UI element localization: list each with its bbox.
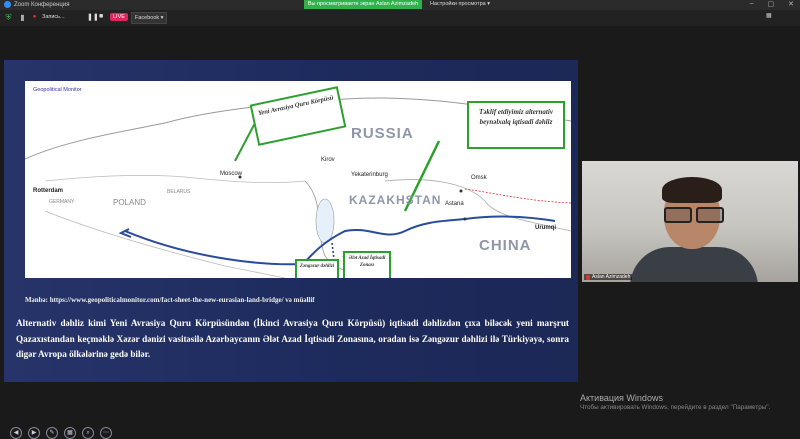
map-image: Geopolitical Monitor RUSSIA KAZAKHSTAN C… [25, 81, 571, 278]
next-slide-button[interactable]: ▶ [28, 427, 40, 439]
minimize-button[interactable]: – [750, 0, 754, 8]
record-dot-icon: ● [32, 14, 37, 20]
shield-icon[interactable]: ⛨ [4, 13, 13, 22]
maximize-button[interactable]: ▢ [768, 0, 775, 8]
callout-alat-free-zone: Ələt Azad İqtisadi Zonası [343, 251, 391, 278]
person-hair [662, 177, 722, 203]
glasses [664, 207, 724, 223]
zoom-logo-icon [4, 1, 11, 8]
previous-slide-button[interactable]: ◀ [10, 427, 22, 439]
slide-source: Mənbə: https://www.geopoliticalmonitor.c… [25, 296, 315, 304]
app-title: Zoom Конференция [4, 1, 69, 8]
label-yekaterinburg: Yekaterinburg [351, 172, 388, 178]
view-options-button[interactable]: Настройки просмотра ▾ [430, 1, 490, 7]
screen-share-banner: Вы просматриваете экран Aslan Azimzadeh [304, 0, 422, 9]
label-kirov: Kirov [321, 157, 335, 163]
label-china: CHINA [479, 237, 532, 254]
shared-slide: Geopolitical Monitor RUSSIA KAZAKHSTAN C… [4, 60, 578, 439]
label-rotterdam: Rotterdam [33, 188, 64, 194]
pause-recording-button[interactable]: ❚❚ [87, 13, 99, 21]
recording-status: Запись... [42, 14, 65, 20]
gallery-view-icon[interactable]: ▦ [766, 12, 772, 19]
close-button[interactable]: ✕ [788, 0, 794, 8]
pen-icon[interactable]: ✎ [46, 427, 58, 439]
participant-name-tag: Aslan Azimzadeh [584, 274, 633, 280]
person-body [630, 247, 758, 282]
participant-video[interactable]: Aslan Azimzadeh [582, 161, 798, 282]
more-options-icon[interactable]: ⋯ [100, 427, 112, 439]
label-poland: POLAND [113, 198, 146, 207]
stop-recording-button[interactable]: ■ [99, 13, 103, 20]
facebook-stream-dropdown[interactable]: Facebook ▾ [131, 12, 168, 24]
label-urumqi: Urumqi [535, 225, 556, 231]
label-kazakhstan: KAZAKHSTAN [349, 193, 442, 207]
zoom-slide-icon[interactable]: ⌕ [82, 427, 94, 439]
slide-paragraph: Alternativ dəhliz kimi Yeni Avrasiya Qur… [16, 318, 569, 360]
participant-name: Aslan Azimzadeh [592, 274, 631, 280]
signal-icon[interactable]: ▮ [18, 13, 27, 22]
slide-controls: ◀ ▶ ✎ ▦ ⌕ ⋯ [10, 427, 112, 439]
label-omsk: Omsk [471, 175, 487, 181]
label-germany: GERMANY [49, 199, 75, 205]
muted-mic-icon [586, 274, 590, 280]
windows-activation-subtitle: Чтобы активировать Windows, перейдите в … [580, 404, 771, 411]
windows-activation-title: Активация Windows [580, 393, 663, 403]
label-belarus: BELARUS [167, 189, 191, 195]
label-russia: RUSSIA [351, 125, 414, 142]
slides-grid-icon[interactable]: ▦ [64, 427, 76, 439]
callout-proposed-corridor: Təklif etdiyimiz alternativ beynəlxalq i… [467, 101, 565, 149]
label-astana: Astana [445, 201, 464, 207]
app-title-text: Zoom Конференция [14, 1, 70, 8]
label-moscow: Moscow [220, 171, 243, 177]
live-badge: LIVE [110, 13, 128, 21]
callout-zangezur-corridor: Zəngəzur dəhlizi [295, 259, 339, 278]
